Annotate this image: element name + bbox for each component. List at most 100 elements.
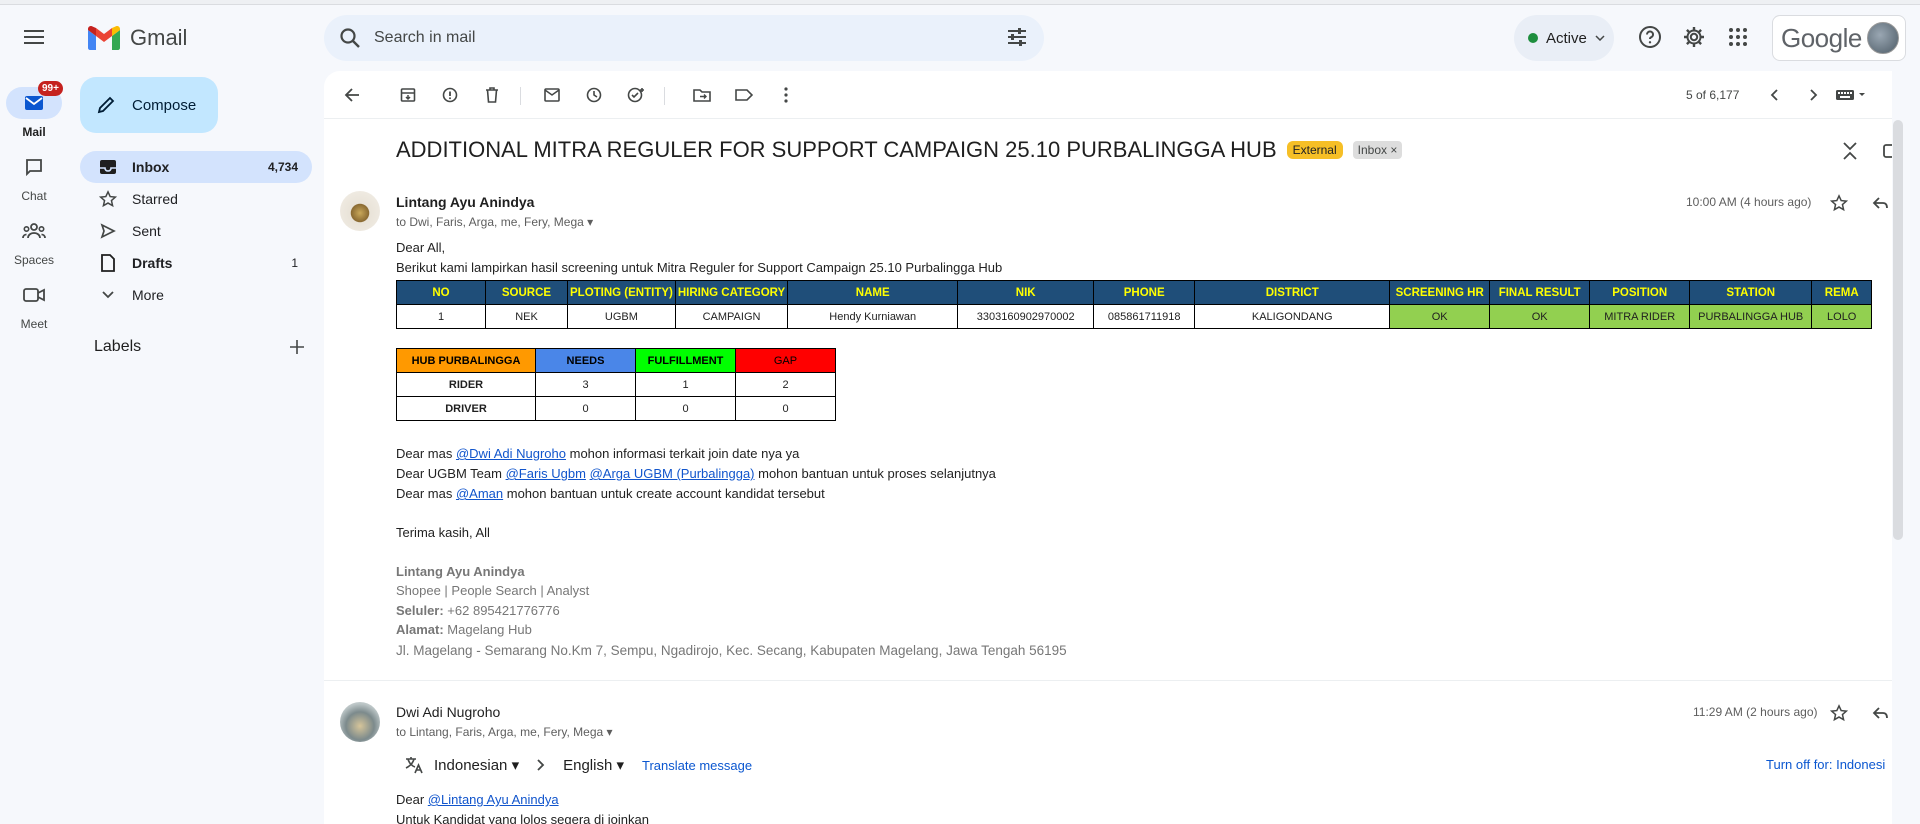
table-cell: PURBALINGGA HUB [1689, 304, 1813, 329]
signature-phone: Seluler: +62 895421776776 [396, 601, 560, 621]
header: Gmail Active Google [0, 5, 1920, 71]
more-actions-button[interactable] [776, 85, 796, 105]
gmail-wordmark: Gmail [130, 25, 188, 50]
rail-chat-icon-wrap [6, 151, 62, 183]
nav-more[interactable]: More [80, 279, 312, 311]
input-tools-button[interactable] [1834, 85, 1868, 105]
labels-title: Labels [94, 338, 142, 355]
more-vert-icon [784, 87, 788, 103]
older-button[interactable] [1804, 85, 1824, 105]
scrollbar-thumb[interactable] [1893, 120, 1903, 540]
table-cell: 3303160902970002 [957, 304, 1095, 329]
signature-address: Alamat: Magelang Hub [396, 620, 532, 640]
source-language-select[interactable]: Indonesian ▾ [434, 756, 519, 774]
star-button[interactable] [1830, 704, 1848, 722]
gear-icon [1684, 27, 1704, 47]
table-header: POSITION [1589, 280, 1691, 305]
sender-name[interactable]: Dwi Adi Nugroho [396, 704, 500, 720]
report-spam-button[interactable] [440, 85, 460, 105]
mail-icon [25, 96, 43, 110]
text: mohon bantuan untuk create account kandi… [503, 486, 825, 501]
text: Dear UGBM Team [396, 466, 506, 481]
add-task-button[interactable] [626, 85, 646, 105]
search-bar[interactable] [324, 15, 1044, 61]
reply-icon [1872, 707, 1888, 719]
status-selector[interactable]: Active [1514, 15, 1614, 61]
remove-label-icon[interactable]: × [1390, 143, 1397, 157]
snooze-button[interactable] [584, 85, 604, 105]
mark-unread-button[interactable] [542, 85, 562, 105]
reply-button[interactable] [1872, 706, 1888, 720]
signature-name: Lintang Ayu Anindya [396, 564, 525, 579]
translate-message-link[interactable]: Translate message [642, 758, 752, 773]
table-cell: Hendy Kurniawan [787, 304, 959, 329]
nav-drafts[interactable]: Drafts 1 [80, 247, 312, 279]
text: Dear mas [396, 446, 456, 461]
sender-name[interactable]: Lintang Ayu Anindya [396, 194, 534, 210]
inbox-label-chip[interactable]: Inbox × [1352, 141, 1403, 159]
delete-button[interactable] [482, 85, 502, 105]
support-button[interactable] [1636, 23, 1664, 51]
newer-button[interactable] [1764, 85, 1784, 105]
report-icon [442, 87, 458, 103]
turn-off-translation-link[interactable]: Turn off for: Indonesi [1766, 757, 1885, 772]
inbox-chip-text: Inbox [1357, 143, 1388, 157]
source-language: Indonesian [434, 757, 508, 774]
reply-button[interactable] [1872, 196, 1888, 210]
rail-mail-icon-wrap: 99+ [6, 81, 63, 119]
mention-link[interactable]: @Dwi Adi Nugroho [456, 446, 566, 461]
chevron-left-icon [1770, 89, 1778, 101]
gmail-logo[interactable]: Gmail [88, 25, 187, 51]
rail-chat[interactable]: Chat [0, 151, 68, 203]
keyboard-icon [1836, 90, 1865, 100]
archive-button[interactable] [398, 85, 418, 105]
mention-link[interactable]: @Faris Ugbm [506, 466, 586, 481]
sender-avatar[interactable] [340, 191, 380, 231]
back-button[interactable] [342, 85, 362, 105]
move-to-button[interactable] [692, 85, 712, 105]
mention-link[interactable]: @Arga UGBM (Purbalingga) [590, 466, 755, 481]
rail-spaces-icon-wrap [6, 215, 62, 247]
nav-starred[interactable]: Starred [80, 183, 312, 215]
mention-link[interactable]: @Lintang Ayu Anindya [428, 792, 559, 807]
settings-button[interactable] [1680, 23, 1708, 51]
target-language-select[interactable]: English ▾ [563, 756, 624, 774]
rail-spaces[interactable]: Spaces [0, 215, 68, 267]
table-header-row: NO SOURCE PLOTING (ENTITY) HIRING CATEGO… [396, 280, 1873, 305]
summary-cell: 3 [535, 372, 636, 397]
main-menu-button[interactable] [16, 19, 52, 55]
phone-label: Seluler: [396, 603, 444, 618]
collapse-all-button[interactable] [1842, 141, 1858, 161]
rail-chat-label: Chat [21, 189, 47, 203]
search-options-icon [1008, 28, 1026, 46]
recipients-line[interactable]: to Lintang, Faris, Arga, me, Fery, Mega … [396, 725, 613, 739]
label-icon [735, 89, 753, 101]
translate-bar: Indonesian ▾ English ▾ Translate message [404, 750, 752, 780]
summary-cell: 0 [735, 396, 836, 421]
table-header: SCREENING HR [1389, 280, 1491, 305]
nav-inbox[interactable]: Inbox 4,734 [80, 151, 312, 183]
table-header: HIRING CATEGORY [674, 280, 789, 305]
add-label-icon[interactable] [290, 340, 304, 354]
recipients-line[interactable]: to Dwi, Faris, Arga, me, Fery, Mega ▾ [396, 215, 593, 229]
app-rail: 99+ Mail Chat Spaces Meet [0, 71, 68, 824]
search-input[interactable] [374, 29, 974, 47]
nav-sent[interactable]: Sent [80, 215, 312, 247]
text: mohon informasi terkait join date nya ya [566, 446, 800, 461]
print-button[interactable] [1882, 141, 1892, 161]
intro-line: Berikut kami lampirkan hasil screening u… [396, 260, 1003, 275]
apps-button[interactable] [1724, 23, 1752, 51]
message-toolbar: 5 of 6,177 [324, 71, 1892, 119]
mention-link[interactable]: @Aman [456, 486, 503, 501]
collapse-icon [1843, 142, 1857, 160]
account-button[interactable]: Google [1772, 15, 1906, 61]
compose-button[interactable]: Compose [80, 77, 218, 133]
rail-meet[interactable]: Meet [0, 279, 68, 331]
rail-mail[interactable]: 99+ Mail [0, 81, 68, 139]
labels-button[interactable] [734, 85, 754, 105]
rail-meet-label: Meet [20, 317, 48, 331]
summary-header: FULFILLMENT [635, 348, 736, 373]
star-button[interactable] [1830, 194, 1848, 212]
sender-avatar[interactable] [340, 702, 380, 742]
summary-header: NEEDS [535, 348, 636, 373]
